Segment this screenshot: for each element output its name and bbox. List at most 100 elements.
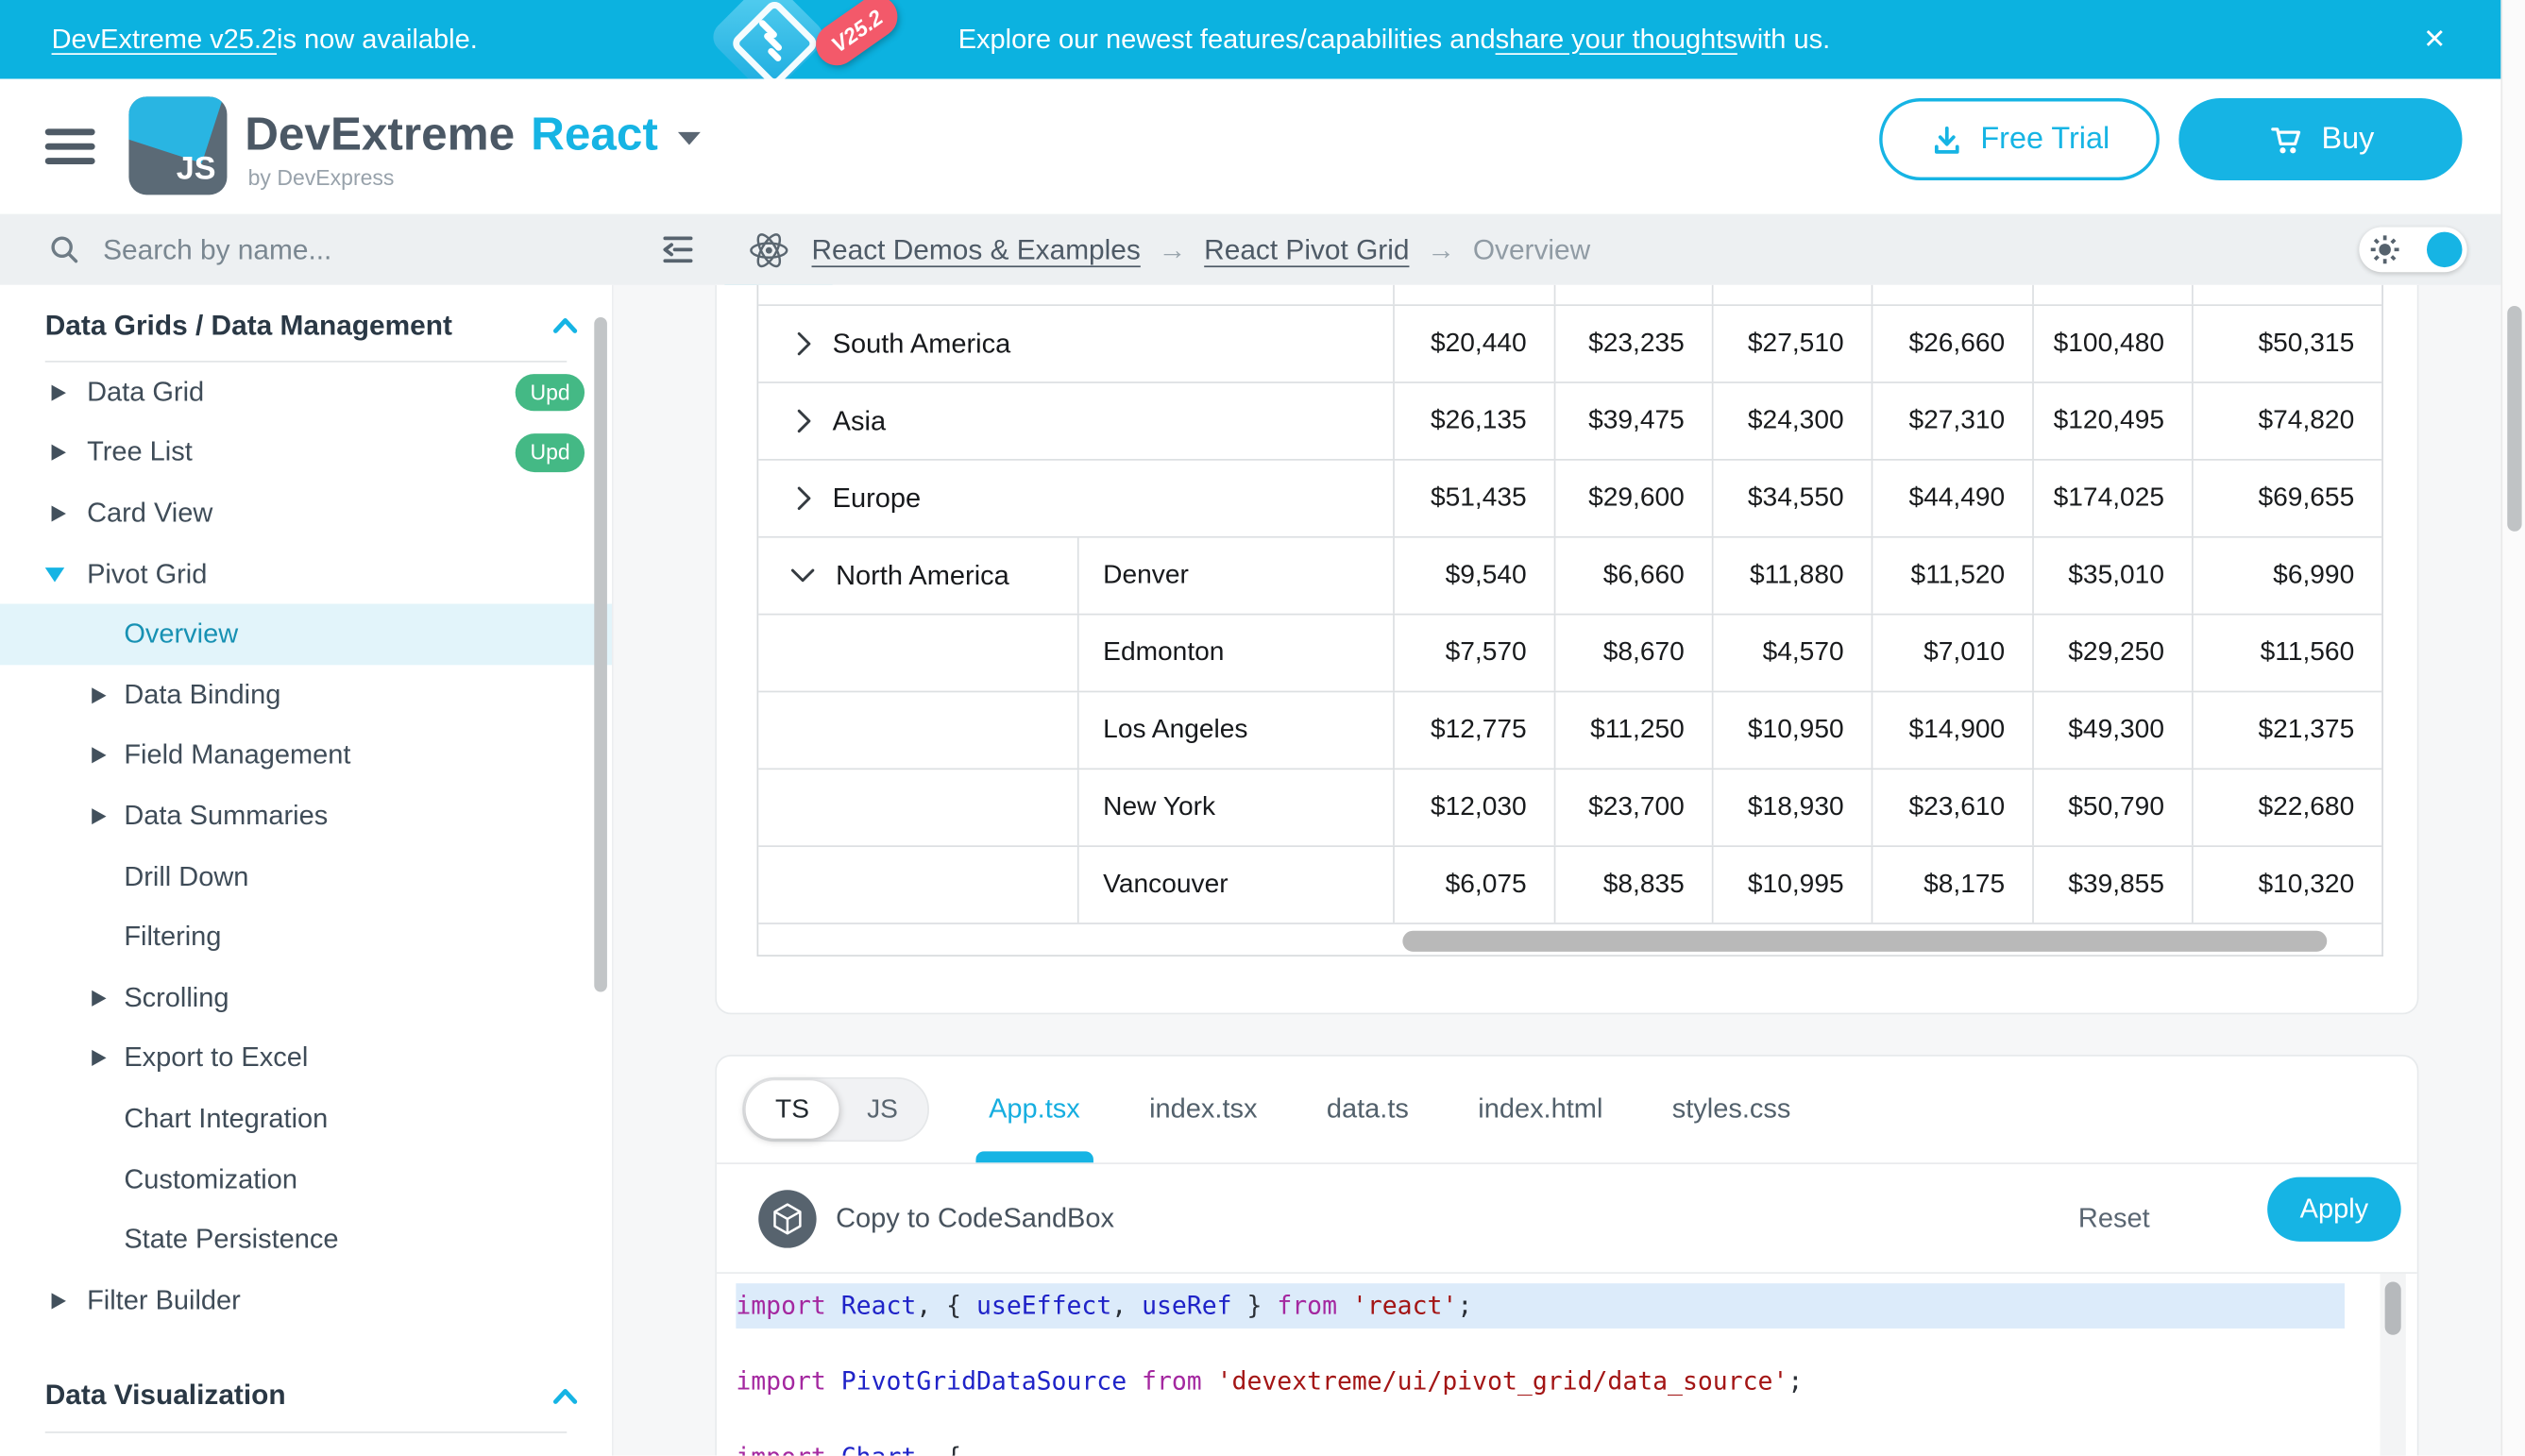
breadcrumb-react-pivot-grid[interactable]: React Pivot Grid bbox=[1204, 232, 1409, 266]
sidebar-item-filter-builder[interactable]: Filter Builder bbox=[0, 1270, 612, 1330]
apply-button[interactable]: Apply bbox=[2267, 1177, 2401, 1242]
pivot-hscrollbar-thumb[interactable] bbox=[1402, 931, 2327, 952]
framework-caret-icon[interactable] bbox=[677, 132, 700, 145]
expand-triangle-icon[interactable] bbox=[92, 748, 106, 764]
sidebar-section-data-visualization[interactable]: Data Visualization bbox=[0, 1360, 612, 1431]
theme-toggle[interactable] bbox=[2359, 227, 2466, 272]
expand-triangle-icon[interactable] bbox=[92, 1050, 106, 1066]
pivot-value-cell: $39,475 bbox=[1554, 383, 1712, 459]
pivot-value-cell: $21,375 bbox=[2192, 692, 2381, 768]
sun-icon bbox=[2369, 233, 2401, 265]
expand-triangle-icon[interactable] bbox=[52, 445, 66, 461]
sidebar-item-customization[interactable]: Customization bbox=[0, 1149, 612, 1210]
expand-triangle-icon[interactable] bbox=[92, 990, 106, 1006]
sidebar-item-tree-list[interactable]: Tree ListUpd bbox=[0, 423, 612, 483]
language-toggle[interactable]: TS JS bbox=[742, 1077, 929, 1142]
collapse-triangle-icon[interactable] bbox=[45, 567, 64, 581]
free-trial-button[interactable]: Free Trial bbox=[1879, 98, 2160, 180]
grid-line bbox=[2032, 285, 2034, 304]
sidebar-item-drill-down[interactable]: Drill Down bbox=[0, 847, 612, 907]
banner-close-icon[interactable]: ✕ bbox=[2423, 0, 2446, 79]
section-title: Data Visualization bbox=[45, 1379, 286, 1413]
pivot-row-vancouver: Vancouver$6,075$8,835$10,995$8,175$39,85… bbox=[758, 847, 2381, 924]
language-option-ts[interactable]: TS bbox=[744, 1079, 840, 1141]
code-editor[interactable]: import React, { useEffect, useRef } from… bbox=[717, 1274, 2417, 1456]
brand-title: DevExtreme React bbox=[245, 107, 700, 164]
chevron-up-icon[interactable] bbox=[552, 309, 578, 343]
page: DevExtreme v25.2 is now available. V25.2… bbox=[0, 0, 2525, 1456]
sidebar-item-card-view[interactable]: Card View bbox=[0, 483, 612, 544]
buy-button[interactable]: Buy bbox=[2178, 98, 2462, 180]
file-tab-styles-css[interactable]: styles.css bbox=[1672, 1057, 1791, 1163]
file-tab-index-html[interactable]: index.html bbox=[1478, 1057, 1602, 1163]
pivot-value-cell: $174,025 bbox=[2032, 461, 2192, 536]
sidebar-item-scrolling[interactable]: Scrolling bbox=[0, 968, 612, 1028]
page-scrollbar-track[interactable] bbox=[2500, 0, 2525, 1456]
sidebar-item-state-persistence[interactable]: State Persistence bbox=[0, 1210, 612, 1270]
sidebar-item-label: Filtering bbox=[124, 922, 221, 954]
pivot-value-cell: $39,855 bbox=[2032, 847, 2192, 923]
search-icon bbox=[48, 233, 80, 265]
file-tabs: App.tsx index.tsx data.ts index.html styles.… bbox=[989, 1057, 1790, 1163]
sidebar-item-data-summaries[interactable]: Data Summaries bbox=[0, 786, 612, 846]
pivot-city-cell-denver: Denver bbox=[1077, 538, 1393, 614]
sidebar-item-export-to-excel[interactable]: Export to Excel bbox=[0, 1028, 612, 1089]
sidebar-item-data-grid[interactable]: Data GridUpd bbox=[0, 363, 612, 423]
sidebar-item-label: Overview bbox=[124, 618, 238, 651]
code-tabs-row: TS JS App.tsx index.tsx data.ts index.html s… bbox=[717, 1057, 2417, 1164]
sidebar-item-overview[interactable]: Overview bbox=[0, 604, 612, 665]
pivot-value-cell: $29,600 bbox=[1554, 461, 1712, 536]
sidebar-item-data-binding[interactable]: Data Binding bbox=[0, 665, 612, 725]
codesandbox-icon bbox=[758, 1190, 816, 1247]
expand-triangle-icon[interactable] bbox=[92, 687, 106, 703]
page-scrollbar-thumb[interactable] bbox=[2507, 306, 2521, 532]
sidebar-section-data-grids-data-management[interactable]: Data Grids / Data Management bbox=[0, 290, 612, 361]
expand-triangle-icon[interactable] bbox=[52, 1293, 66, 1309]
pivot-row-header-asia[interactable]: Asia bbox=[797, 383, 886, 459]
pivot-value-cell: $12,775 bbox=[1393, 692, 1554, 768]
sidebar-item-label: Chart Integration bbox=[124, 1103, 328, 1135]
code-scrollbar-thumb[interactable] bbox=[2385, 1281, 2401, 1334]
sidebar-item-filtering[interactable]: Filtering bbox=[0, 907, 612, 968]
pivot-value-cell: $23,235 bbox=[1554, 306, 1712, 381]
byline: by DevExpress bbox=[248, 166, 395, 191]
sidebar-item-label: Card View bbox=[87, 498, 212, 530]
expand-triangle-icon[interactable] bbox=[52, 384, 66, 400]
sidebar-item-label: State Persistence bbox=[124, 1224, 338, 1256]
pivot-row-header-north-america[interactable]: North America bbox=[790, 538, 1008, 614]
pivot-row-edmonton: Edmonton$7,570$8,670$4,570$7,010$29,250$… bbox=[758, 615, 2381, 692]
sidebar-item-chart-integration[interactable]: Chart Integration bbox=[0, 1089, 612, 1149]
breadcrumb-react-demos-examples[interactable]: React Demos & Examples bbox=[812, 232, 1141, 266]
sidebar-scrollbar-thumb[interactable] bbox=[594, 317, 607, 992]
framework-selector[interactable]: React bbox=[531, 109, 658, 161]
devextreme-js-logo[interactable]: JS bbox=[128, 96, 227, 195]
file-tab-index-tsx[interactable]: index.tsx bbox=[1149, 1057, 1257, 1163]
theme-toggle-knob[interactable] bbox=[2427, 232, 2463, 268]
file-tab-app-tsx[interactable]: App.tsx bbox=[989, 1057, 1080, 1163]
expand-triangle-icon[interactable] bbox=[92, 808, 106, 824]
pivot-row-header-europe[interactable]: Europe bbox=[797, 461, 921, 536]
search-input[interactable] bbox=[100, 231, 573, 268]
banner-version-link[interactable]: DevExtreme v25.2 bbox=[52, 24, 277, 56]
pivot-row-header-south-america[interactable]: South America bbox=[797, 306, 1010, 381]
share-thoughts-link[interactable]: share your thoughts bbox=[1496, 24, 1737, 56]
copy-to-codesandbox-button[interactable]: Copy to CodeSandBox bbox=[758, 1190, 1114, 1247]
collapse-sidebar-icon[interactable] bbox=[657, 229, 699, 270]
pivot-value-cell: $35,010 bbox=[2032, 538, 2192, 614]
sidebar-search bbox=[0, 214, 614, 285]
expand-triangle-icon[interactable] bbox=[52, 505, 66, 521]
pivot-value-cell: $26,135 bbox=[1393, 383, 1554, 459]
pivot-value-cell: $6,990 bbox=[2192, 538, 2381, 614]
reset-button[interactable]: Reset bbox=[2078, 1190, 2150, 1247]
sidebar-item-field-management[interactable]: Field Management bbox=[0, 725, 612, 786]
grid-line bbox=[1712, 285, 1714, 304]
hamburger-menu-icon[interactable] bbox=[45, 128, 95, 164]
sidebar-item-pivot-grid[interactable]: Pivot Grid bbox=[0, 544, 612, 604]
language-option-js[interactable]: JS bbox=[838, 1079, 928, 1141]
chevron-up-icon[interactable] bbox=[552, 1379, 578, 1413]
file-tab-data-ts[interactable]: data.ts bbox=[1327, 1057, 1409, 1163]
pivot-value-cell: $9,540 bbox=[1393, 538, 1554, 614]
code-line: import React, { useEffect, useRef } from… bbox=[736, 1283, 1472, 1329]
sidebar: Data Grids / Data ManagementData GridUpd… bbox=[0, 285, 614, 1456]
pivot-value-cell: $8,175 bbox=[1872, 847, 2033, 923]
